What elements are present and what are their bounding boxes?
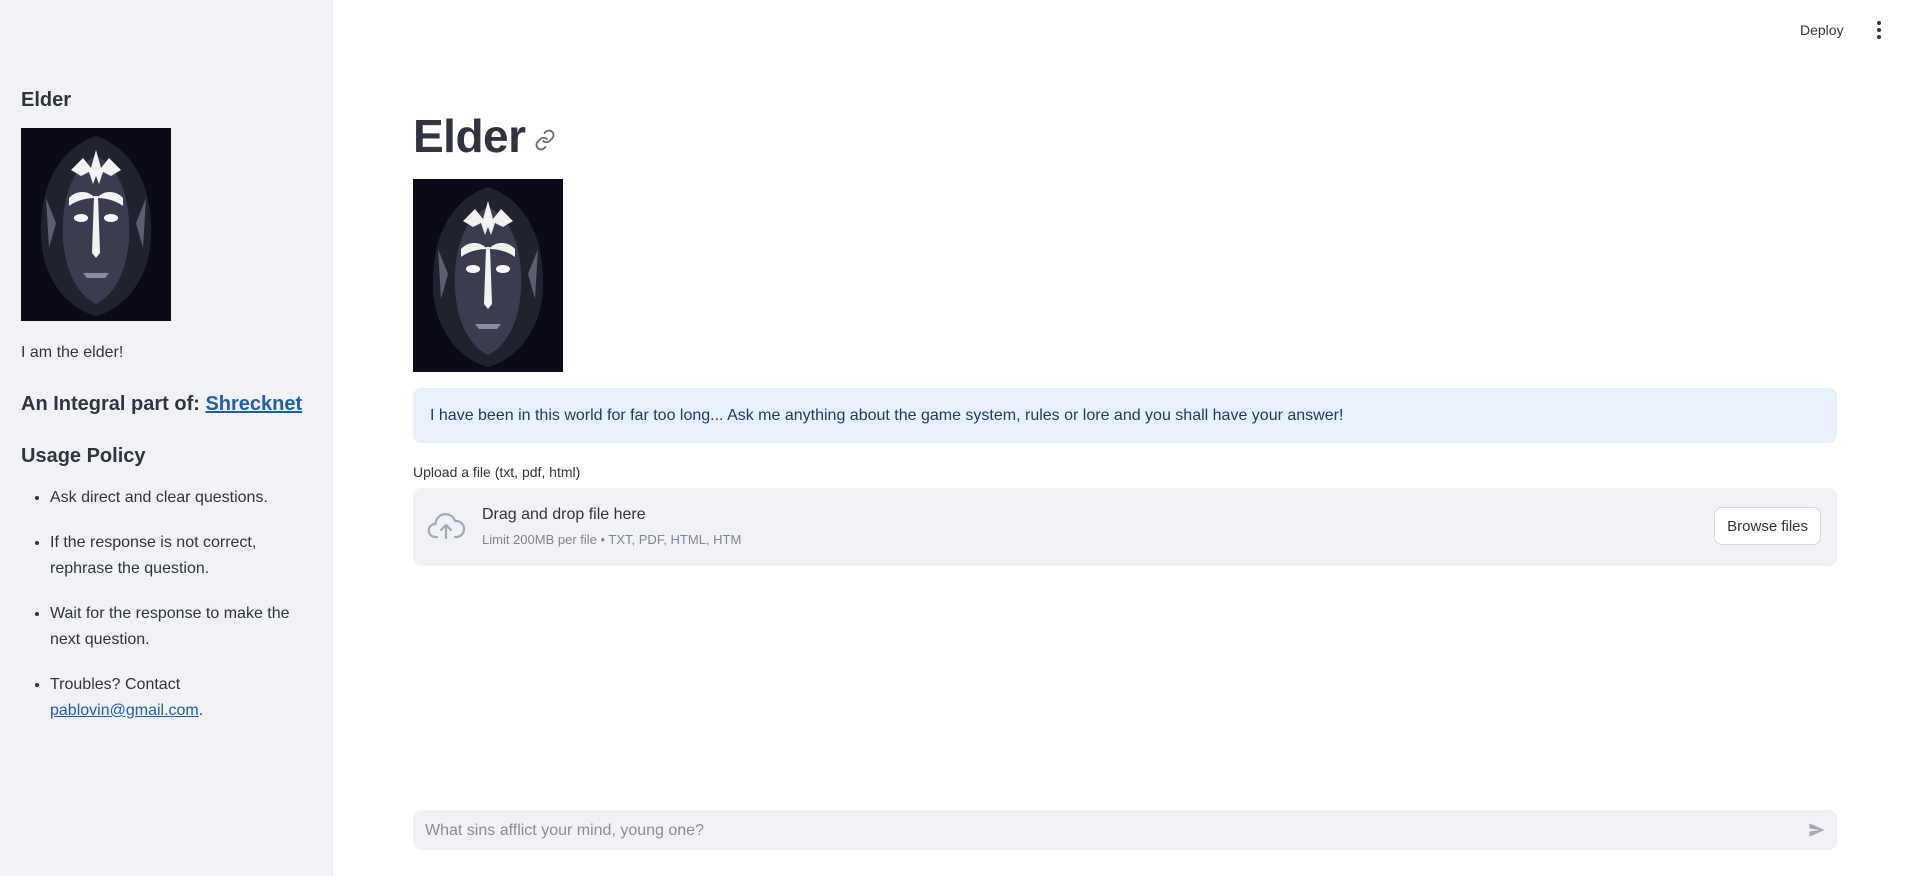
chat-input[interactable] [423, 810, 1787, 852]
usage-policy-heading: Usage Policy [21, 445, 146, 467]
page-title: Elder [413, 110, 526, 162]
info-alert: I have been in this world for far too lo… [413, 388, 1837, 443]
list-item: Wait for the response to make the next q… [50, 601, 316, 653]
title-row: Elder [413, 110, 556, 162]
deploy-button[interactable]: Deploy [1800, 20, 1844, 40]
elder-portrait-image [413, 179, 563, 372]
dropzone-title: Drag and drop file here [482, 506, 646, 523]
sidebar-caption: I am the elder! [21, 344, 124, 361]
sidebar: Elder I am the elder! An Integral part o… [0, 0, 333, 876]
chat-input-container [413, 810, 1837, 852]
sidebar-content: Elder I am the elder! An Integral part o… [21, 88, 316, 743]
dropzone-subtitle: Limit 200MB per file • TXT, PDF, HTML, H… [482, 532, 742, 547]
list-item: Ask direct and clear questions. [50, 485, 316, 511]
usage-policy-list: Ask direct and clear questions. If the r… [21, 485, 316, 724]
info-text: I have been in this world for far too lo… [430, 406, 1344, 424]
elder-portrait-image [21, 128, 171, 321]
kebab-menu-icon[interactable] [1873, 21, 1885, 39]
contact-suffix: . [198, 702, 204, 719]
file-dropzone[interactable]: Drag and drop file here Limit 200MB per … [413, 488, 1837, 566]
contact-prefix: Troubles? Contact [50, 676, 181, 693]
cloud-upload-icon [427, 513, 465, 540]
browse-files-button[interactable]: Browse files [1714, 507, 1821, 545]
sidebar-title: Elder [21, 89, 72, 111]
list-item: If the response is not correct, rephrase… [50, 530, 316, 582]
integral-prefix: An Integral part of: [21, 393, 206, 415]
send-icon[interactable] [1807, 820, 1827, 840]
shrecknet-link[interactable]: Shrecknet [205, 393, 302, 415]
integral-heading: An Integral part of: Shrecknet [21, 389, 316, 419]
upload-label: Upload a file (txt, pdf, html) [413, 464, 581, 480]
list-item-contact: Troubles? Contact pablovin@gmail.com. [50, 672, 316, 724]
link-icon[interactable] [534, 129, 556, 151]
contact-email-link[interactable]: pablovin@gmail.com [50, 702, 199, 719]
